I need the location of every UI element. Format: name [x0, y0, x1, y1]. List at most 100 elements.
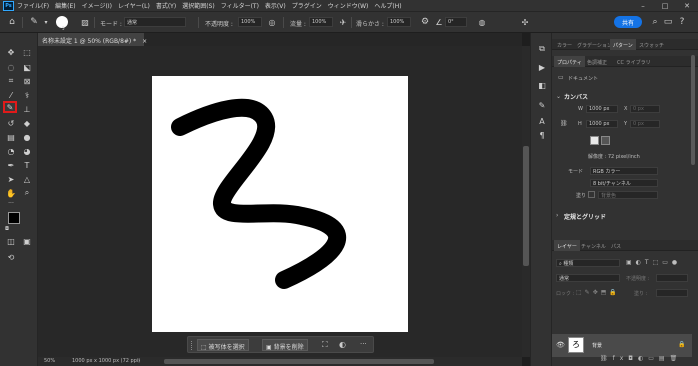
workspace-icon[interactable]: ▭ — [662, 16, 674, 28]
airbrush-icon[interactable]: ✈ — [337, 16, 349, 28]
gradient-tool-icon[interactable]: ▤ — [4, 131, 18, 143]
document-tab[interactable]: 名称未設定 1 @ 50% (RGB/8#) * × — [38, 33, 147, 46]
pressure-size-icon[interactable]: ◍ — [476, 16, 488, 28]
search-icon[interactable]: ⌕ — [649, 16, 661, 28]
brush-tool-icon[interactable]: ✎ — [3, 101, 17, 113]
brush-settings-icon[interactable]: ▨ — [79, 16, 91, 28]
history-panel-icon[interactable]: ⧉ — [535, 43, 549, 55]
tab-swatches[interactable]: スウォッチ — [636, 39, 667, 50]
share-button[interactable]: 共有 — [614, 16, 642, 28]
menu-edit[interactable]: 編集(E) — [55, 1, 75, 10]
fill-select[interactable]: 背景色 — [598, 191, 658, 199]
color-mode-select[interactable]: RGB カラー — [590, 167, 658, 175]
more-options-icon[interactable]: ··· — [360, 340, 367, 348]
paragraph-panel-icon[interactable]: ¶ — [535, 129, 549, 141]
lock-icons[interactable]: ⬚✎✥⬒🔒 — [576, 289, 620, 296]
tab-channels[interactable]: チャンネル — [578, 240, 609, 251]
tab-cc-libraries[interactable]: CC ライブラリ — [614, 56, 654, 67]
opacity-field[interactable]: 100% — [238, 17, 262, 27]
menu-image[interactable]: イメージ(I) — [82, 1, 112, 10]
layer-opacity-field[interactable] — [656, 274, 688, 282]
maximize-button[interactable]: □ — [654, 0, 676, 12]
tab-paths[interactable]: パス — [608, 240, 624, 251]
help-icon[interactable]: ? — [676, 16, 688, 28]
default-colors-icon[interactable]: ◘ — [3, 223, 11, 235]
transform-icon[interactable]: ⛶ — [322, 340, 328, 350]
burn-tool-icon[interactable]: ◕ — [20, 145, 34, 157]
lock-icon[interactable]: 🔒 — [678, 341, 685, 348]
tab-pattern[interactable]: パターン — [610, 39, 636, 50]
dodge-tool-icon[interactable]: ◔ — [4, 145, 18, 157]
tab-adjustments[interactable]: 色調補正 — [584, 56, 610, 67]
minimize-button[interactable]: – — [632, 0, 654, 12]
brush-tool-icon[interactable]: ✎ — [28, 16, 40, 28]
link-icon[interactable]: ⛓ — [560, 120, 568, 127]
eraser-tool-icon[interactable]: ◆ — [20, 117, 34, 129]
spot-healing-tool-icon[interactable]: ⚕ — [20, 89, 34, 101]
angle-field[interactable]: 0° — [445, 17, 467, 27]
adjustment-icon[interactable]: ◐ — [339, 340, 346, 349]
vertical-scroll-thumb[interactable] — [523, 146, 529, 266]
eyedropper-tool-icon[interactable]: ⁄ — [4, 89, 18, 101]
brush-panel-icon[interactable]: ✎ — [535, 99, 549, 111]
x-field[interactable]: 0 px — [630, 105, 660, 113]
edit-toolbar-icon[interactable]: ⟲ — [4, 251, 18, 263]
lasso-tool-icon[interactable]: ◌ — [4, 61, 18, 73]
chevron-right-icon[interactable]: › — [556, 212, 558, 219]
horizontal-scrollbar[interactable] — [164, 359, 434, 364]
character-panel-icon[interactable]: A — [535, 115, 549, 127]
menu-layer[interactable]: レイヤー(L) — [118, 1, 150, 10]
shape-tool-icon[interactable]: △ — [20, 173, 34, 185]
layer-fill-field[interactable] — [656, 289, 688, 297]
info-panel-icon[interactable]: ◧ — [535, 79, 549, 91]
flow-field[interactable]: 100% — [309, 17, 333, 27]
pen-tool-icon[interactable]: ✒ — [4, 159, 18, 171]
menu-view[interactable]: 表示(V) — [265, 1, 286, 10]
frame-tool-icon[interactable]: ⊠ — [20, 75, 34, 87]
menu-filter[interactable]: フィルター(T) — [221, 1, 259, 10]
pressure-opacity-icon[interactable]: ◎ — [266, 16, 278, 28]
menu-type[interactable]: 書式(Y) — [156, 1, 176, 10]
layer-filter-select[interactable]: ⌕ 種類 — [556, 259, 620, 267]
menu-file[interactable]: ファイル(F) — [17, 1, 49, 10]
artboard-tool-icon[interactable]: ⬚ — [20, 46, 34, 58]
close-tab-icon[interactable]: × — [142, 38, 147, 45]
screen-mode-icon[interactable]: ▣ — [20, 235, 34, 247]
smoothing-field[interactable]: 100% — [387, 17, 411, 27]
menu-window[interactable]: ウィンドウ(W) — [328, 1, 369, 10]
close-button[interactable]: ✕ — [676, 0, 698, 12]
eye-icon[interactable]: 👁 — [556, 341, 565, 349]
quick-mask-icon[interactable]: ◫ — [4, 235, 18, 247]
fill-swatch[interactable] — [588, 191, 595, 198]
height-field[interactable]: 1000 px — [586, 120, 618, 128]
chevron-right-icon[interactable]: › — [138, 358, 140, 364]
layer-footer-icons[interactable]: ⛓fx◘◐▭▤🗑 — [600, 355, 682, 362]
gear-icon[interactable]: ⚙ — [419, 16, 431, 28]
stamp-tool-icon[interactable]: ⊥ — [20, 103, 34, 115]
select-subject-button[interactable]: ⬚ 被写体を選択 — [197, 339, 249, 351]
remove-background-button[interactable]: ▣ 背景を削除 — [262, 339, 308, 351]
type-tool-icon[interactable]: T — [20, 159, 34, 171]
width-field[interactable]: 1000 px — [586, 105, 618, 113]
menu-help[interactable]: ヘルプ(H) — [374, 1, 401, 10]
layer-row-background[interactable]: 👁 ろ 背景 🔒 — [552, 334, 692, 357]
y-field[interactable]: 0 px — [630, 120, 660, 128]
move-tool-icon[interactable]: ✥ — [4, 46, 18, 58]
mode-select[interactable]: 通常 — [124, 17, 186, 27]
chevron-down-icon[interactable]: ⌄ — [556, 93, 561, 100]
blur-tool-icon[interactable]: ● — [20, 131, 34, 143]
landscape-orientation-icon[interactable] — [601, 136, 610, 145]
portrait-orientation-icon[interactable] — [590, 136, 599, 145]
drag-handle-icon[interactable] — [191, 341, 193, 350]
symmetry-icon[interactable]: ✣ — [519, 16, 531, 28]
history-brush-tool-icon[interactable]: ↺ — [4, 117, 18, 129]
menu-plugins[interactable]: プラグイン — [292, 1, 322, 10]
layer-filter-icons[interactable]: ▣◐T⬚▭● — [626, 259, 681, 266]
tab-properties[interactable]: プロパティ — [554, 56, 585, 67]
bit-depth-select[interactable]: 8 bit/チャンネル — [590, 179, 658, 187]
home-icon[interactable]: ⌂ — [6, 16, 18, 28]
crop-tool-icon[interactable]: ⌗ — [4, 75, 18, 87]
menu-select[interactable]: 選択範囲(S) — [182, 1, 215, 10]
chevron-down-icon[interactable]: ▾ — [40, 16, 52, 28]
document-canvas[interactable] — [152, 76, 408, 332]
